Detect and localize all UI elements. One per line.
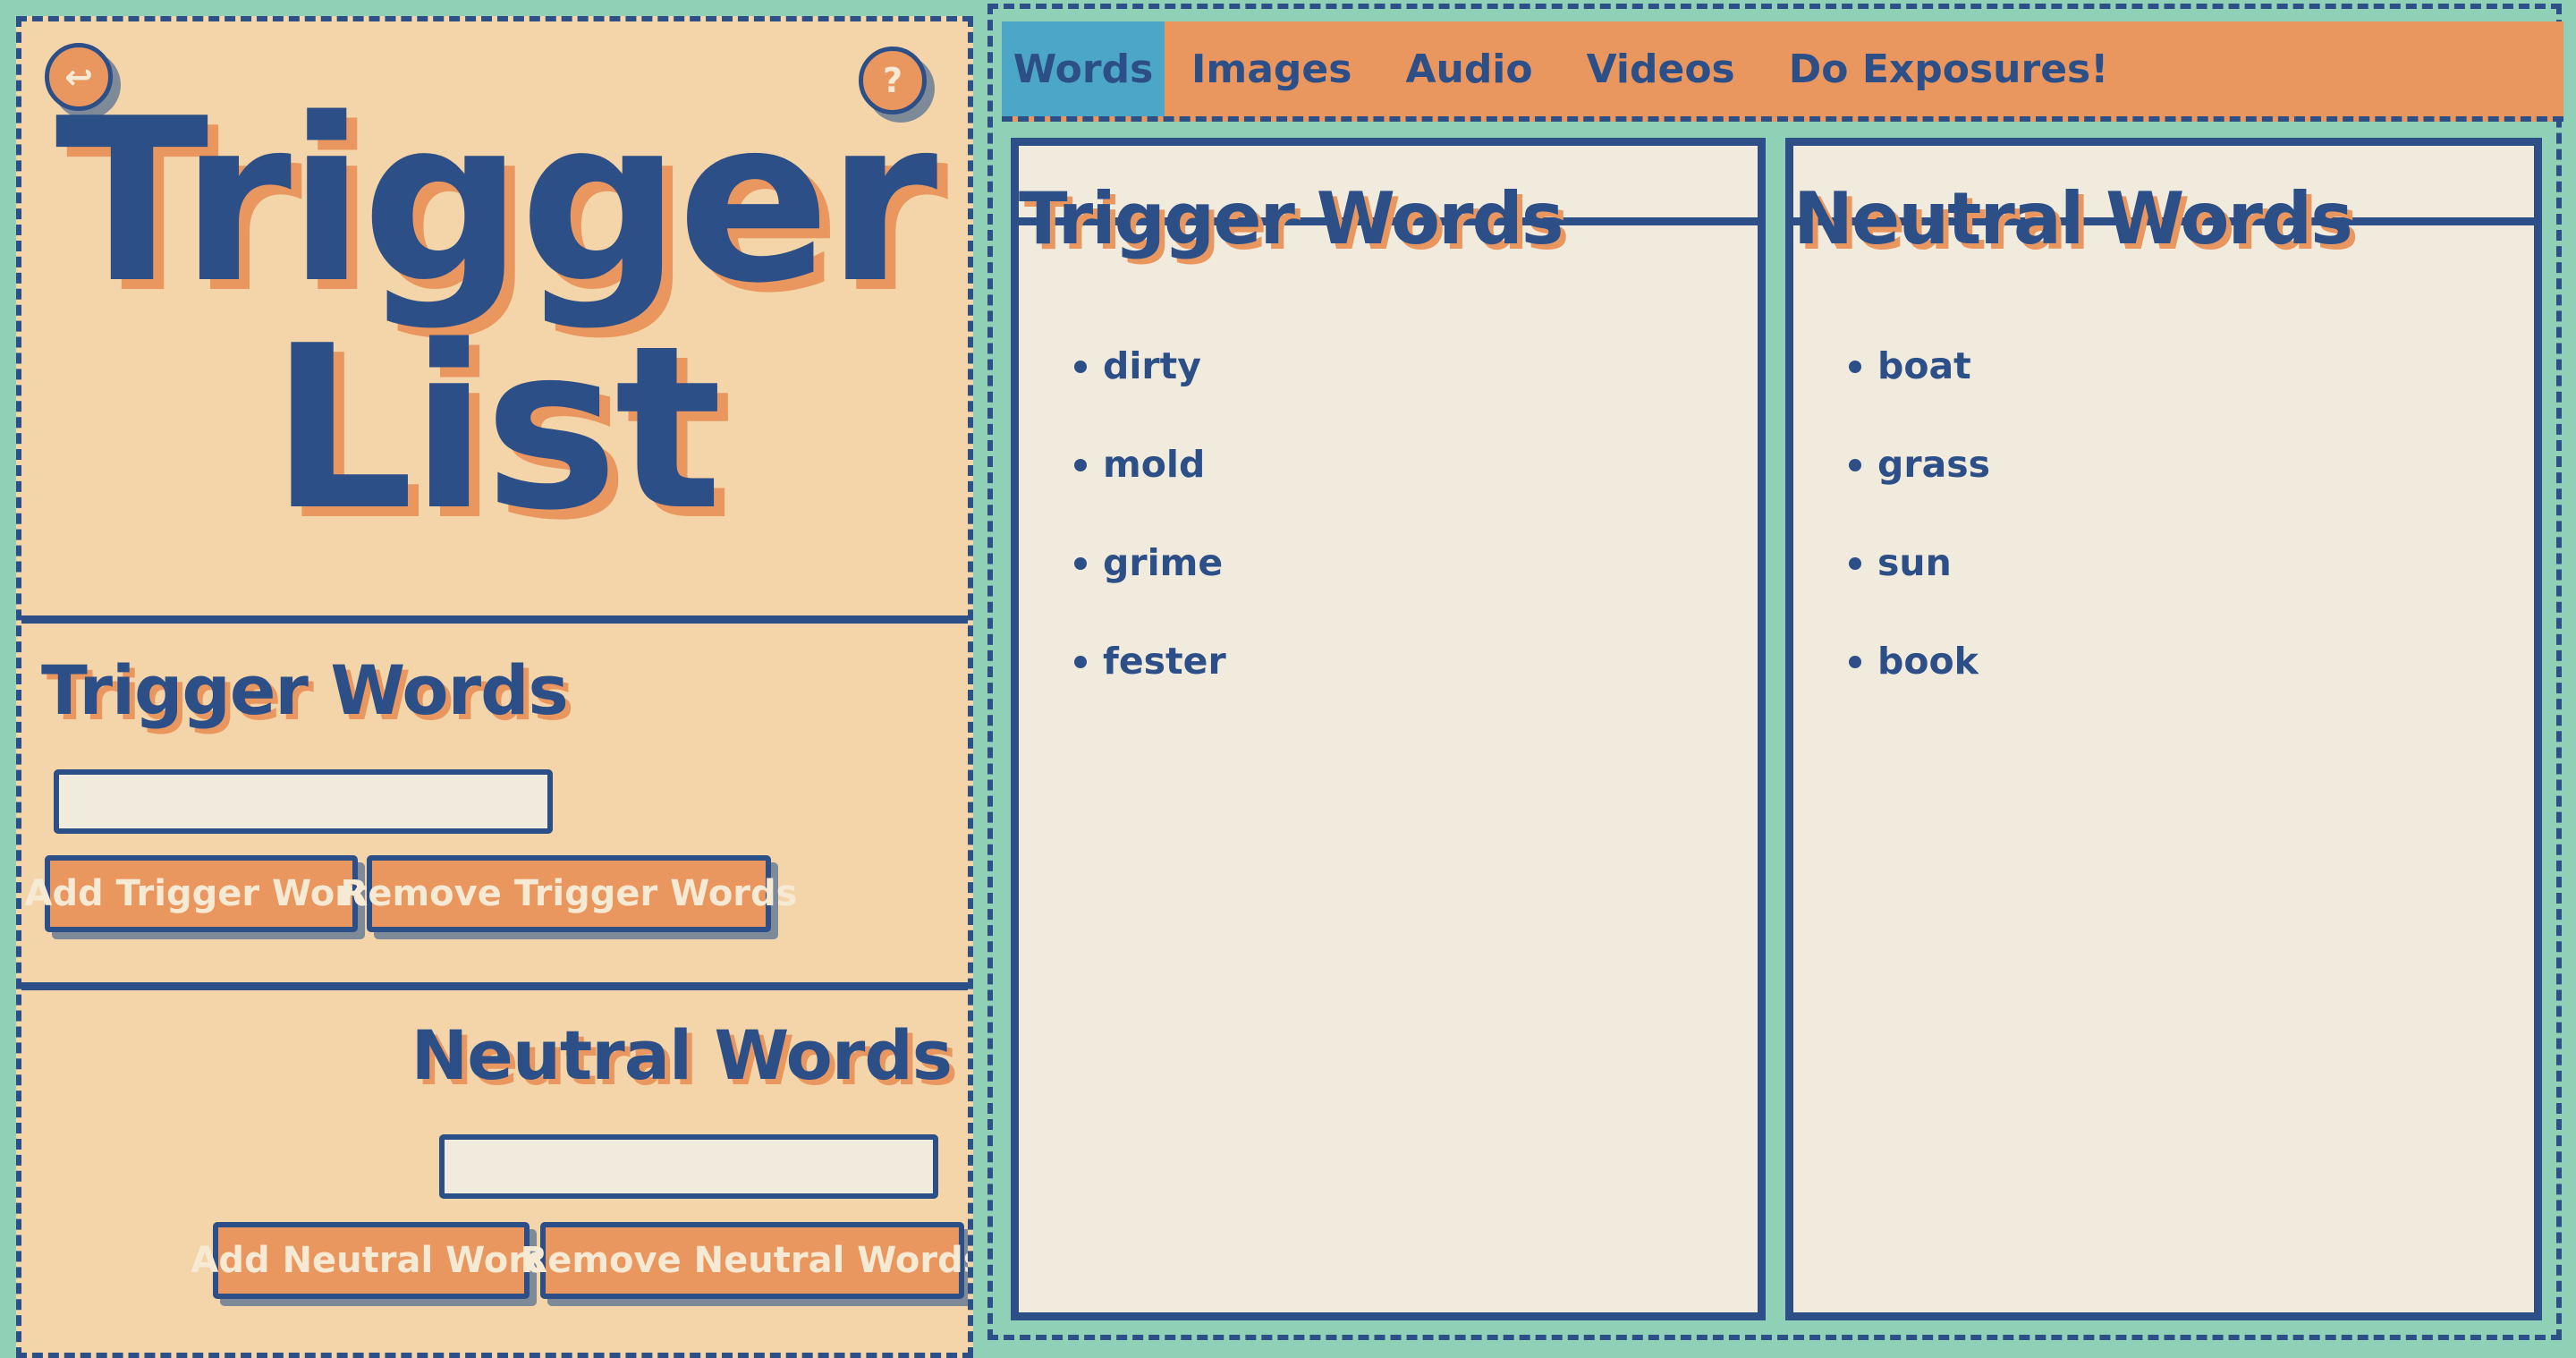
tab-videos[interactable]: Videos bbox=[1560, 21, 1762, 116]
app-title-line-1: Trigger bbox=[55, 71, 938, 333]
neutral-words-column: Neutral Words boat grass sun book bbox=[1785, 138, 2542, 1320]
list-item: grass bbox=[1849, 437, 1990, 536]
neutral-word: boat bbox=[1877, 344, 1971, 387]
trigger-words-column: Trigger Words dirty mold grime fester bbox=[1011, 138, 1766, 1320]
remove-neutral-words-button[interactable]: Remove Neutral Words bbox=[520, 1222, 968, 1299]
neutral-word-input[interactable] bbox=[439, 1134, 938, 1199]
main-panel: Words Images Audio Videos Do Exposures! … bbox=[987, 4, 2563, 1340]
sidebar-panel: ↩ ? Trigger List Trigger Words Add Trigg… bbox=[16, 16, 973, 1358]
list-item: boat bbox=[1849, 339, 1990, 437]
bullet-icon bbox=[1849, 361, 1861, 373]
bullet-icon bbox=[1849, 557, 1861, 570]
list-item: fester bbox=[1074, 634, 1226, 733]
tab-words[interactable]: Words bbox=[1002, 21, 1165, 116]
list-item: dirty bbox=[1074, 339, 1226, 437]
list-item: book bbox=[1849, 634, 1990, 733]
trigger-word: mold bbox=[1103, 443, 1206, 486]
bullet-icon bbox=[1849, 459, 1861, 471]
bullet-icon bbox=[1074, 656, 1087, 668]
bullet-icon bbox=[1074, 459, 1087, 471]
neutral-word: sun bbox=[1877, 541, 1952, 584]
section-divider bbox=[21, 982, 968, 990]
bullet-icon bbox=[1074, 361, 1087, 373]
trigger-word: grime bbox=[1103, 541, 1224, 584]
neutral-word: book bbox=[1877, 640, 1979, 683]
trigger-word: dirty bbox=[1103, 344, 1201, 387]
trigger-word-list: dirty mold grime fester bbox=[1074, 339, 1226, 733]
list-item: mold bbox=[1074, 437, 1226, 536]
bullet-icon bbox=[1849, 656, 1861, 668]
trigger-words-column-heading: Trigger Words bbox=[1019, 177, 1563, 260]
tab-do-exposures[interactable]: Do Exposures! bbox=[1762, 21, 2136, 116]
list-item: grime bbox=[1074, 536, 1226, 634]
tab-bar: Words Images Audio Videos Do Exposures! bbox=[1002, 21, 2563, 122]
trigger-word: fester bbox=[1103, 640, 1226, 683]
section-divider bbox=[21, 615, 968, 624]
trigger-words-heading: Trigger Words bbox=[41, 650, 569, 730]
tab-audio[interactable]: Audio bbox=[1378, 21, 1559, 116]
app-title-line-2: List bbox=[270, 298, 722, 560]
neutral-word-list: boat grass sun book bbox=[1849, 339, 1990, 733]
remove-trigger-words-button[interactable]: Remove Trigger Words bbox=[341, 855, 797, 932]
neutral-words-column-heading: Neutral Words bbox=[1793, 177, 2353, 260]
bullet-icon bbox=[1074, 557, 1087, 570]
trigger-word-input[interactable] bbox=[54, 769, 553, 834]
neutral-words-heading: Neutral Words bbox=[411, 1015, 953, 1095]
add-neutral-word-button[interactable]: Add Neutral Word bbox=[191, 1222, 552, 1299]
tab-images[interactable]: Images bbox=[1165, 21, 1378, 116]
list-item: sun bbox=[1849, 536, 1990, 634]
neutral-word: grass bbox=[1877, 443, 1991, 486]
add-trigger-word-button[interactable]: Add Trigger Word bbox=[24, 855, 378, 932]
